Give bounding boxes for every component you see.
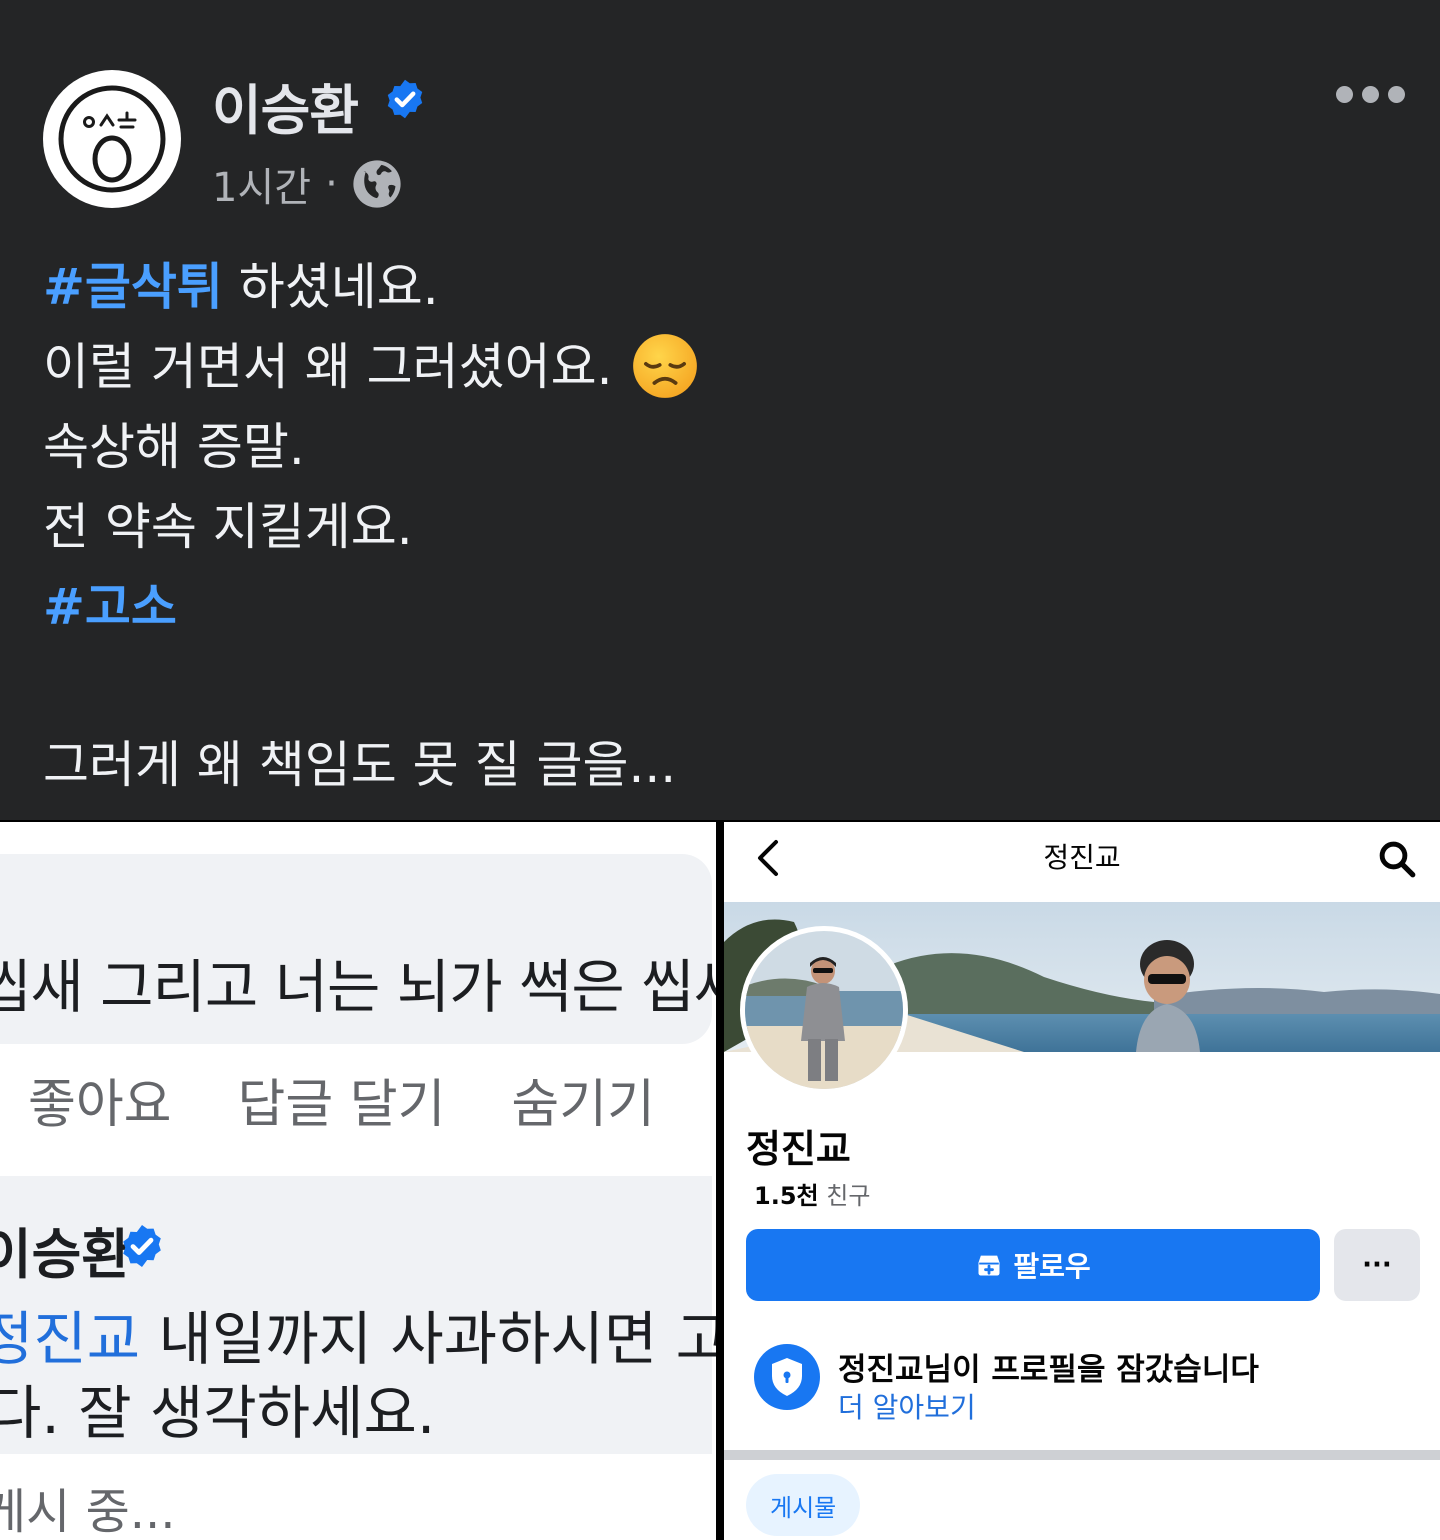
friends-count[interactable]: 1.5천 친구 [754, 1176, 870, 1211]
hashtag-link[interactable]: #고소 [43, 578, 177, 636]
like-button[interactable]: 좋아요 [28, 1062, 172, 1137]
hide-button[interactable]: 숨기기 [511, 1062, 655, 1137]
shocked-face-icon [58, 85, 166, 193]
shield-lock-icon [754, 1344, 820, 1410]
search-icon[interactable] [1376, 838, 1418, 880]
reply-text: 내일까지 사과하시면 고소 [158, 1305, 716, 1373]
post-text: 속상해 증말. [43, 418, 305, 476]
profile-photo [745, 931, 903, 1089]
verified-badge-icon [387, 79, 423, 119]
profile-screenshot: 정진교 정진교 1.5천 친구 팔로우 ··· 정진교님이 프로필을 잠갔습니다… [724, 822, 1440, 1540]
author-name[interactable]: 이승환 [212, 66, 359, 145]
comment-screenshot: 씹새 그리고 너는 뇌가 썩은 씹새! 좋아요 답글 달기 숨기기 이승환 정진… [0, 822, 716, 1540]
post-closing-line: 그러게 왜 책임도 못 질 글을... [43, 736, 677, 794]
post-text: 하셨네요. [222, 258, 439, 316]
disappointed-face-emoji-icon [632, 333, 697, 398]
author-avatar[interactable] [43, 70, 181, 208]
posting-status: 게시 중... [0, 1484, 176, 1540]
reply-text-line: 정진교 내일까지 사과하시면 고소 [0, 1292, 716, 1376]
profile-picture[interactable] [740, 926, 908, 1094]
follow-icon [978, 1255, 1000, 1276]
post-line: #고소 [43, 567, 1403, 647]
more-dot-icon [1388, 86, 1405, 103]
profile-more-button[interactable]: ··· [1334, 1229, 1420, 1301]
tab-posts[interactable]: 게시물 [746, 1474, 861, 1536]
post-body: #글삭튀 하셨네요. 이럴 거면서 왜 그러셨어요. 속상해 증말. 전 약속 … [43, 247, 1403, 805]
post-text: 전 약속 지킬게요. [43, 498, 413, 556]
verified-badge-icon [123, 1225, 161, 1267]
friends-number: 1.5천 [754, 1182, 819, 1210]
more-dot-icon [1336, 86, 1353, 103]
locked-profile-message: 정진교님이 프로필을 잠갔습니다 [838, 1352, 1259, 1388]
post-line: 전 약속 지킬게요. [43, 487, 1403, 567]
more-dot-icon [1362, 86, 1379, 103]
more-options-button[interactable] [1336, 86, 1405, 103]
meta-separator: · [325, 161, 338, 207]
friends-label: 친구 [826, 1182, 871, 1210]
comment-text: 씹새 그리고 너는 뇌가 썩은 씹새! [0, 953, 716, 1021]
comment-actions: 좋아요 답글 달기 숨기기 [28, 1062, 655, 1137]
section-divider [724, 1450, 1440, 1460]
reply-author[interactable]: 이승환 [0, 1210, 131, 1289]
hashtag-link[interactable]: #글삭튀 [43, 258, 223, 316]
post-line: 이럴 거면서 왜 그러셨어요. [43, 327, 1403, 407]
follow-label: 팔로우 [1013, 1250, 1091, 1283]
post-text: 이럴 거면서 왜 그러셨어요. [43, 338, 613, 396]
header-title: 정진교 [1043, 841, 1121, 874]
post-meta: 1시간 · [212, 155, 404, 213]
facebook-post: 이승환 1시간 · #글삭튀 하셨네요. 이럴 거면서 왜 그러셨어요. 속상해… [0, 0, 1440, 820]
reply-button[interactable]: 답글 달기 [238, 1062, 446, 1137]
learn-more-link[interactable]: 더 알아보기 [838, 1386, 976, 1426]
mention-link[interactable]: 정진교 [0, 1305, 140, 1373]
post-line: #글삭튀 하셨네요. [43, 247, 1403, 327]
follow-button[interactable]: 팔로우 [746, 1229, 1320, 1301]
globe-icon[interactable] [350, 157, 404, 211]
post-line: 속상해 증말. [43, 407, 1403, 487]
post-time[interactable]: 1시간 [212, 155, 311, 213]
reply-text-line: 다. 잘 생각하세요. [0, 1379, 436, 1447]
profile-name: 정진교 [746, 1127, 851, 1171]
